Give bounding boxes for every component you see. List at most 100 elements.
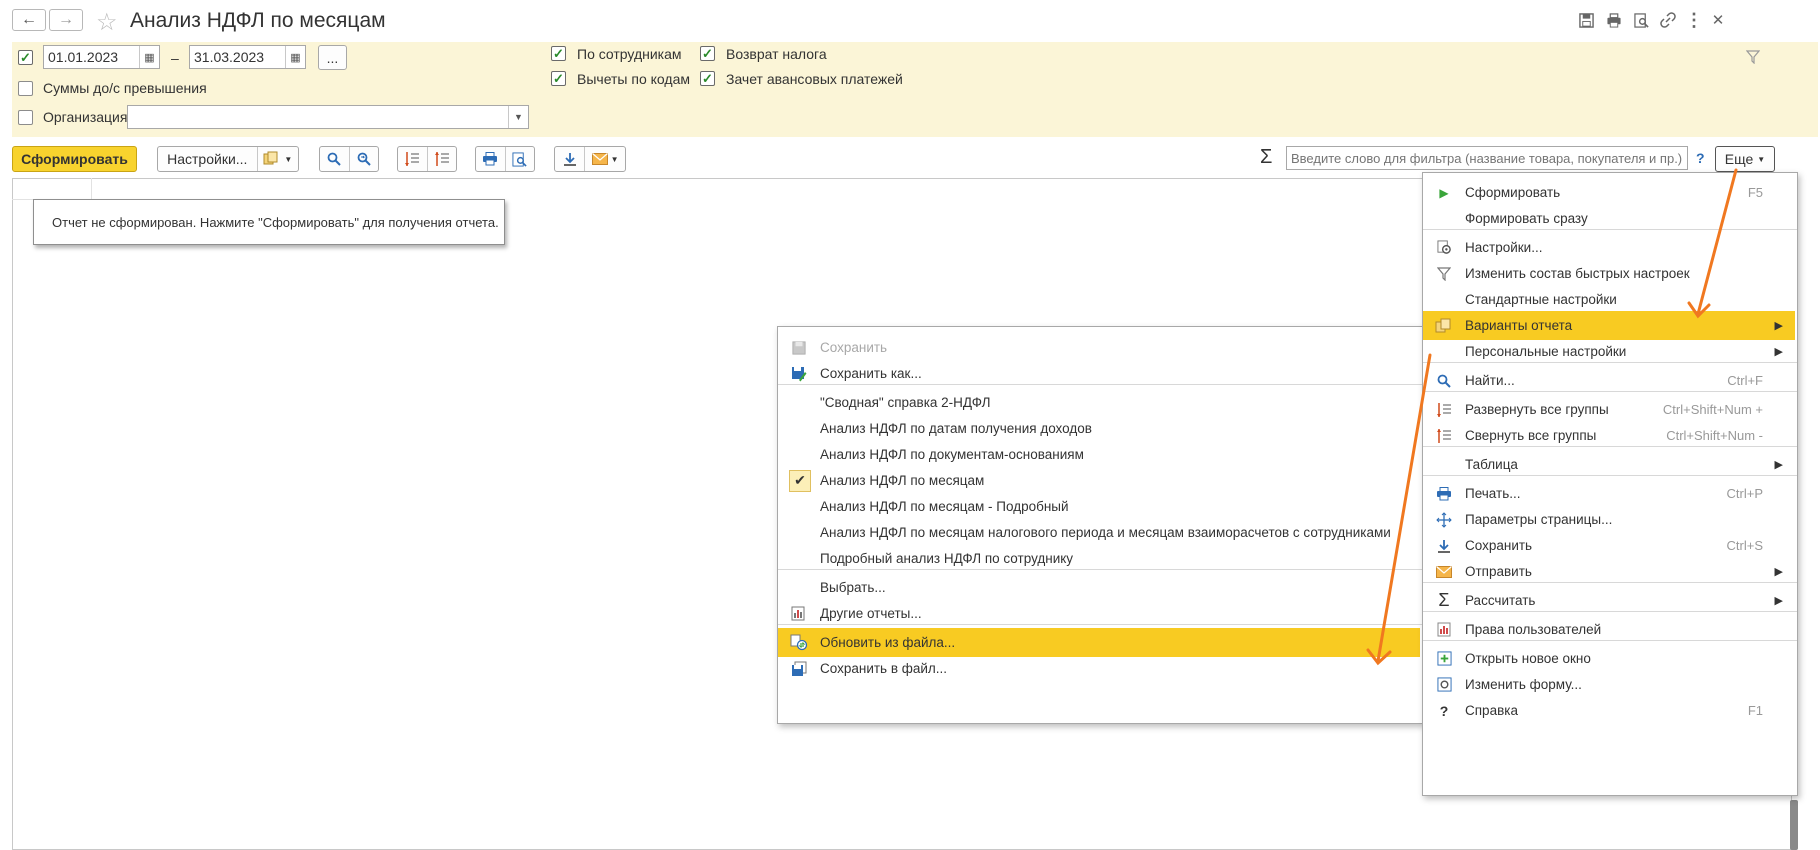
more-menu-item[interactable]: Настройки... [1423, 233, 1795, 262]
variants-menu-item[interactable]: Анализ НДФЛ по месяцам налогового период… [778, 518, 1420, 547]
more-menu-item-label: Развернуть все группы [1465, 402, 1609, 417]
variants-menu-item[interactable]: Анализ НДФЛ по документам-основаниям [778, 440, 1420, 469]
generate-button[interactable]: Сформировать [12, 146, 137, 172]
variants-submenu: Сохранить Сохранить как... "Сводная" справ… [777, 326, 1423, 724]
variants-menu-item[interactable]: Обновить из файла... [778, 628, 1420, 657]
scrollbar[interactable] [1790, 800, 1798, 850]
calendar-icon[interactable]: ▦ [285, 46, 305, 68]
variants-menu-item[interactable]: Анализ НДФЛ по месяцам - Подробный [778, 492, 1420, 521]
favorite-star-icon[interactable]: ☆ [96, 8, 118, 37]
arrow-right-icon: → [58, 11, 74, 28]
forward-button[interactable]: → [49, 9, 83, 31]
submenu-arrow-icon: ▶ [1774, 346, 1783, 358]
help-button[interactable]: ? [1696, 150, 1705, 166]
variants-menu-item-label: Анализ НДФЛ по месяцам налогового период… [820, 525, 1391, 540]
organization-field[interactable]: ▼ [127, 105, 529, 129]
date-from-field[interactable]: 01.01.2023 ▦ [43, 45, 160, 69]
variants-menu-item-label: Анализ НДФЛ по месяцам - Подробный [820, 499, 1069, 514]
more-menu-item[interactable]: Открыть новое окно [1423, 644, 1795, 673]
more-vert-icon[interactable]: ⋮ [1684, 10, 1704, 30]
find-button[interactable] [320, 147, 349, 171]
preview-icon [512, 151, 528, 167]
deductions-by-codes-checkbox[interactable]: ✓ [551, 71, 566, 86]
print-button[interactable] [476, 147, 505, 171]
menu-separator [778, 569, 1422, 570]
collapse-all-button[interactable] [426, 147, 456, 171]
shortcut-label: F5 [1747, 185, 1763, 200]
more-label: Еще [1724, 151, 1754, 167]
variants-menu-item[interactable]: ✔ Анализ НДФЛ по месяцам [778, 466, 1420, 495]
deductions-by-codes-label: Вычеты по кодам [577, 71, 690, 87]
more-menu-item[interactable]: Печать... Ctrl+P [1423, 479, 1795, 508]
more-menu: ▶ Сформировать F5 Формировать сразу Настройк… [1422, 172, 1798, 796]
period-select-button[interactable]: ... [318, 45, 347, 70]
variants-menu-item: Сохранить [778, 333, 1420, 362]
save-as-icon [790, 365, 808, 383]
search-icon [1435, 372, 1453, 390]
download-icon [1435, 537, 1453, 555]
menu-separator [1423, 640, 1797, 641]
mail-icon [1435, 563, 1453, 581]
more-menu-item-label: Открыть новое окно [1465, 651, 1591, 666]
save-icon[interactable] [1576, 10, 1596, 30]
update-file-icon [790, 634, 808, 652]
more-menu-item-label: Варианты отчета [1465, 318, 1573, 333]
report-notice: Отчет не сформирован. Нажмите "Сформиров… [33, 199, 505, 245]
collapse-icon [1435, 427, 1453, 445]
more-menu-item[interactable]: Развернуть все группы Ctrl+Shift+Num + [1423, 395, 1795, 424]
more-menu-item-label: Параметры страницы... [1465, 512, 1613, 527]
tax-refund-checkbox[interactable]: ✓ [700, 46, 715, 61]
organization-checkbox[interactable] [18, 110, 33, 125]
calendar-icon[interactable]: ▦ [139, 46, 159, 68]
expand-icon [1435, 401, 1453, 419]
settings-icon [1435, 239, 1453, 257]
shortcut-label: Ctrl+P [1726, 486, 1763, 501]
save-button[interactable] [555, 147, 584, 171]
variants-menu-item[interactable]: Выбрать... [778, 573, 1420, 602]
more-menu-item[interactable]: Параметры страницы... [1423, 505, 1795, 534]
more-menu-item[interactable]: Сохранить Ctrl+S [1423, 531, 1795, 560]
sigma-icon[interactable]: Σ [1260, 146, 1272, 169]
more-menu-item[interactable]: ? Справка F1 [1423, 696, 1795, 725]
filter-icon[interactable] [1745, 50, 1761, 67]
settings-button[interactable]: Настройки... [158, 147, 257, 171]
help-icon: ? [1439, 702, 1449, 719]
shortcut-label: Ctrl+Shift+Num - [1666, 428, 1763, 443]
more-menu-item[interactable]: Изменить форму... [1423, 670, 1795, 699]
submenu-arrow-icon: ▶ [1774, 595, 1783, 607]
variants-menu-item[interactable]: Сохранить в файл... [778, 654, 1420, 683]
more-menu-item[interactable]: Изменить состав быстрых настроек [1423, 259, 1795, 288]
preview-button[interactable] [504, 147, 534, 171]
variants-dropdown-button[interactable]: ▼ [256, 147, 298, 171]
variants-icon [1435, 317, 1453, 335]
variants-menu-item-label: "Сводная" справка 2-НДФЛ [820, 395, 991, 410]
print-icon [483, 152, 498, 166]
more-menu-item[interactable]: ▶ Сформировать F5 [1423, 178, 1795, 207]
variants-menu-item[interactable]: Анализ НДФЛ по датам получения доходов [778, 414, 1420, 443]
period-checkbox[interactable]: ✓ [18, 50, 33, 65]
more-menu-item[interactable]: Стандартные настройки [1423, 285, 1795, 314]
link-icon[interactable] [1658, 10, 1678, 30]
dropdown-icon[interactable]: ▼ [508, 106, 528, 128]
date-to-field[interactable]: 31.03.2023 ▦ [189, 45, 306, 69]
more-button[interactable]: Еще ▼ [1715, 146, 1775, 172]
sums-checkbox[interactable] [18, 81, 33, 96]
back-button[interactable]: ← [12, 9, 46, 31]
preview-icon[interactable] [1631, 10, 1651, 30]
search-input[interactable] [1286, 146, 1688, 170]
find-next-button[interactable] [348, 147, 378, 171]
close-icon[interactable]: ✕ [1708, 10, 1728, 30]
more-menu-item-label: Права пользователей [1465, 622, 1602, 637]
advance-offset-checkbox[interactable]: ✓ [700, 71, 715, 86]
more-menu-item-label: Изменить форму... [1465, 677, 1582, 692]
variants-menu-item-label: Сохранить как... [820, 366, 922, 381]
print-icon[interactable] [1604, 10, 1624, 30]
send-dropdown-button[interactable]: ▼ [584, 147, 625, 171]
expand-all-button[interactable] [398, 147, 427, 171]
download-icon [563, 153, 576, 166]
search-icon [328, 152, 342, 166]
by-employees-checkbox[interactable]: ✓ [551, 46, 566, 61]
variants-menu-item[interactable]: "Сводная" справка 2-НДФЛ [778, 388, 1420, 417]
more-menu-item[interactable]: Варианты отчета ▶ [1423, 311, 1795, 340]
more-menu-item-label: Справка [1465, 703, 1518, 718]
